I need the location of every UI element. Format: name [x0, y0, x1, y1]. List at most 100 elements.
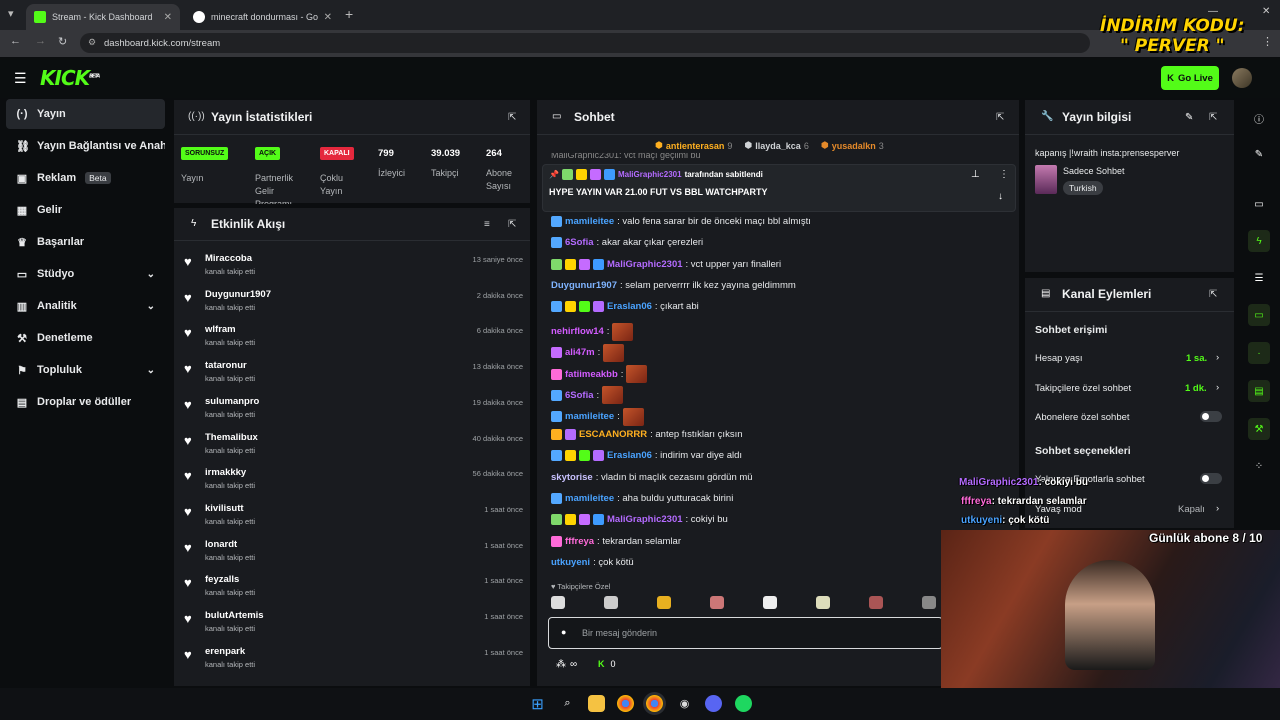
event-username[interactable]: Miraccoba	[205, 253, 252, 264]
back-arrow-icon[interactable]: ←	[10, 35, 21, 47]
chat-username[interactable]: fffreya	[565, 536, 594, 547]
window-close-icon[interactable]: ✕	[1262, 6, 1270, 17]
sidebar-item-4[interactable]: ♛ Başarılar	[6, 227, 165, 257]
chat-username[interactable]: 6Sofia	[565, 390, 594, 401]
expand-arrow-icon[interactable]: ↓	[998, 191, 1003, 202]
event-username[interactable]: lonardt	[205, 539, 237, 550]
address-bar[interactable]: dashboard.kick.com/stream	[80, 33, 1090, 53]
hamburger-menu-icon[interactable]: ☰	[14, 70, 27, 87]
chevron-right-icon[interactable]: ›	[1216, 382, 1219, 393]
chat-username[interactable]: Eraslan06	[607, 301, 652, 312]
event-username[interactable]: Duygunur1907	[205, 289, 271, 300]
emote-image[interactable]	[816, 596, 830, 609]
wrench-icon[interactable]: ⚒	[1248, 418, 1270, 440]
chat-username[interactable]: mamileitee	[565, 411, 614, 422]
chat-username[interactable]: ESCAANORRR	[579, 429, 647, 440]
obs-icon[interactable]: ◉	[676, 695, 693, 712]
close-tab-icon[interactable]: ✕	[324, 12, 332, 23]
chevron-down-icon[interactable]: ⌄	[147, 269, 155, 280]
menu-kebab-icon[interactable]: ⋮	[1262, 35, 1273, 48]
chat-username[interactable]: MaliGraphic2301	[607, 259, 683, 270]
chevron-down-icon[interactable]: ⌄	[147, 365, 155, 376]
sidebar-item-0[interactable]: (·) Yayın	[6, 99, 165, 129]
emote-image[interactable]	[710, 596, 724, 609]
broadcast-icon[interactable]: ·	[1248, 342, 1270, 364]
chat-username[interactable]: Duygunur1907	[551, 280, 617, 291]
popout-icon[interactable]: ⇱	[996, 112, 1004, 123]
chat-username[interactable]: nehirflow14	[551, 326, 604, 337]
lightning-icon[interactable]: ϟ	[1248, 230, 1270, 252]
chevron-right-icon[interactable]: ›	[1216, 352, 1219, 363]
spotify-icon[interactable]	[735, 695, 752, 712]
event-username[interactable]: Themalibux	[205, 432, 258, 443]
emote-image[interactable]	[551, 596, 565, 609]
top-gifter[interactable]: ⬢ llayda_kca 6	[744, 140, 808, 151]
chat-username[interactable]: mamileitee	[565, 493, 614, 504]
chrome-icon[interactable]	[646, 695, 663, 712]
chat-bubble-icon[interactable]: ▭	[1248, 304, 1270, 326]
sidebar-item-9[interactable]: ▤ Droplar ve ödüller	[6, 387, 165, 417]
new-tab-plus-icon[interactable]: +	[345, 6, 353, 22]
unpin-icon[interactable]: ⊥	[971, 169, 980, 180]
edit-pencil-icon[interactable]: ✎	[1185, 112, 1193, 123]
sidebar-item-2[interactable]: ▣ Reklam Beta	[6, 163, 165, 193]
apps-icon[interactable]: ⁘	[1248, 455, 1270, 477]
event-username[interactable]: kivilisutt	[205, 503, 244, 514]
sidebar-item-8[interactable]: ⚑ Topluluk ⌄	[6, 355, 165, 385]
chat-username[interactable]: utkuyeni	[551, 557, 590, 568]
followers-only-value[interactable]: 1 dk.	[1185, 383, 1207, 394]
filter-icon[interactable]: ≡	[484, 219, 490, 230]
file-explorer-icon[interactable]	[588, 695, 605, 712]
edit-pencil-icon[interactable]: ✎	[1248, 143, 1270, 165]
chat-username[interactable]: skytorise	[551, 472, 593, 483]
event-username[interactable]: sulumanpro	[205, 396, 259, 407]
layout-icon[interactable]: ▭	[1248, 193, 1270, 215]
emote-image[interactable]	[869, 596, 883, 609]
discord-icon[interactable]	[705, 695, 722, 712]
avatar[interactable]	[1232, 68, 1252, 88]
event-username[interactable]: feyzalls	[205, 574, 239, 585]
tab-search-icon[interactable]: ▾	[8, 7, 14, 20]
event-username[interactable]: bulutArtemis	[205, 610, 264, 621]
event-username[interactable]: wlfram	[205, 324, 236, 335]
chat-username[interactable]: 6Sofia	[565, 237, 594, 248]
emote-image[interactable]	[922, 596, 936, 609]
chat-footer-points[interactable]: ⁂ ∞	[556, 659, 577, 670]
popout-icon[interactable]: ⇱	[508, 112, 516, 123]
more-options-icon[interactable]: ⋮	[999, 169, 1009, 180]
subscribers-only-toggle[interactable]	[1200, 411, 1222, 422]
emote-image[interactable]	[763, 596, 777, 609]
chevron-down-icon[interactable]: ⌄	[147, 301, 155, 312]
channel-icon[interactable]: ▤	[1248, 380, 1270, 402]
chat-username[interactable]: fatiimeakbb	[565, 369, 618, 380]
popout-icon[interactable]: ⇱	[1209, 112, 1217, 123]
search-icon[interactable]: ⌕	[559, 695, 576, 712]
reload-icon[interactable]: ↻	[58, 35, 67, 48]
info-icon[interactable]: ⓘ	[1248, 107, 1270, 129]
popout-icon[interactable]: ⇱	[508, 219, 516, 230]
account-age-value[interactable]: 1 sa.	[1186, 353, 1207, 364]
sidebar-item-7[interactable]: ⚒ Denetleme	[6, 323, 165, 353]
chrome-icon[interactable]	[617, 695, 634, 712]
slow-mode-value[interactable]: Kapalı	[1178, 504, 1205, 515]
sidebar-item-5[interactable]: ▭ Stüdyo ⌄	[6, 259, 165, 289]
emote-image[interactable]	[604, 596, 618, 609]
go-live-button[interactable]: K Go Live	[1161, 66, 1219, 90]
sidebar-item-3[interactable]: ▦ Gelir	[6, 195, 165, 225]
list-icon[interactable]: ☰	[1248, 267, 1270, 289]
browser-tab-google[interactable]: minecraft dondurması - Google ✕	[185, 4, 340, 30]
chat-username[interactable]: Eraslan06	[607, 450, 652, 461]
event-username[interactable]: tataronur	[205, 360, 247, 371]
forward-arrow-icon[interactable]: →	[35, 35, 46, 47]
site-info-icon[interactable]: ⚙	[88, 37, 96, 48]
chat-username[interactable]: MaliGraphic2301	[607, 514, 683, 525]
top-gifter[interactable]: ⬢ yusadalkn 3	[821, 140, 884, 151]
close-tab-icon[interactable]: ✕	[164, 12, 172, 23]
popout-icon[interactable]: ⇱	[1209, 289, 1217, 300]
chat-username[interactable]: mamileitee	[565, 216, 614, 227]
chevron-right-icon[interactable]: ›	[1216, 503, 1219, 514]
event-username[interactable]: irmakkky	[205, 467, 246, 478]
chat-input[interactable]: ● Bir mesaj gönderin	[548, 617, 943, 649]
chat-username[interactable]: ali47m	[565, 347, 595, 358]
event-username[interactable]: erenpark	[205, 646, 245, 657]
